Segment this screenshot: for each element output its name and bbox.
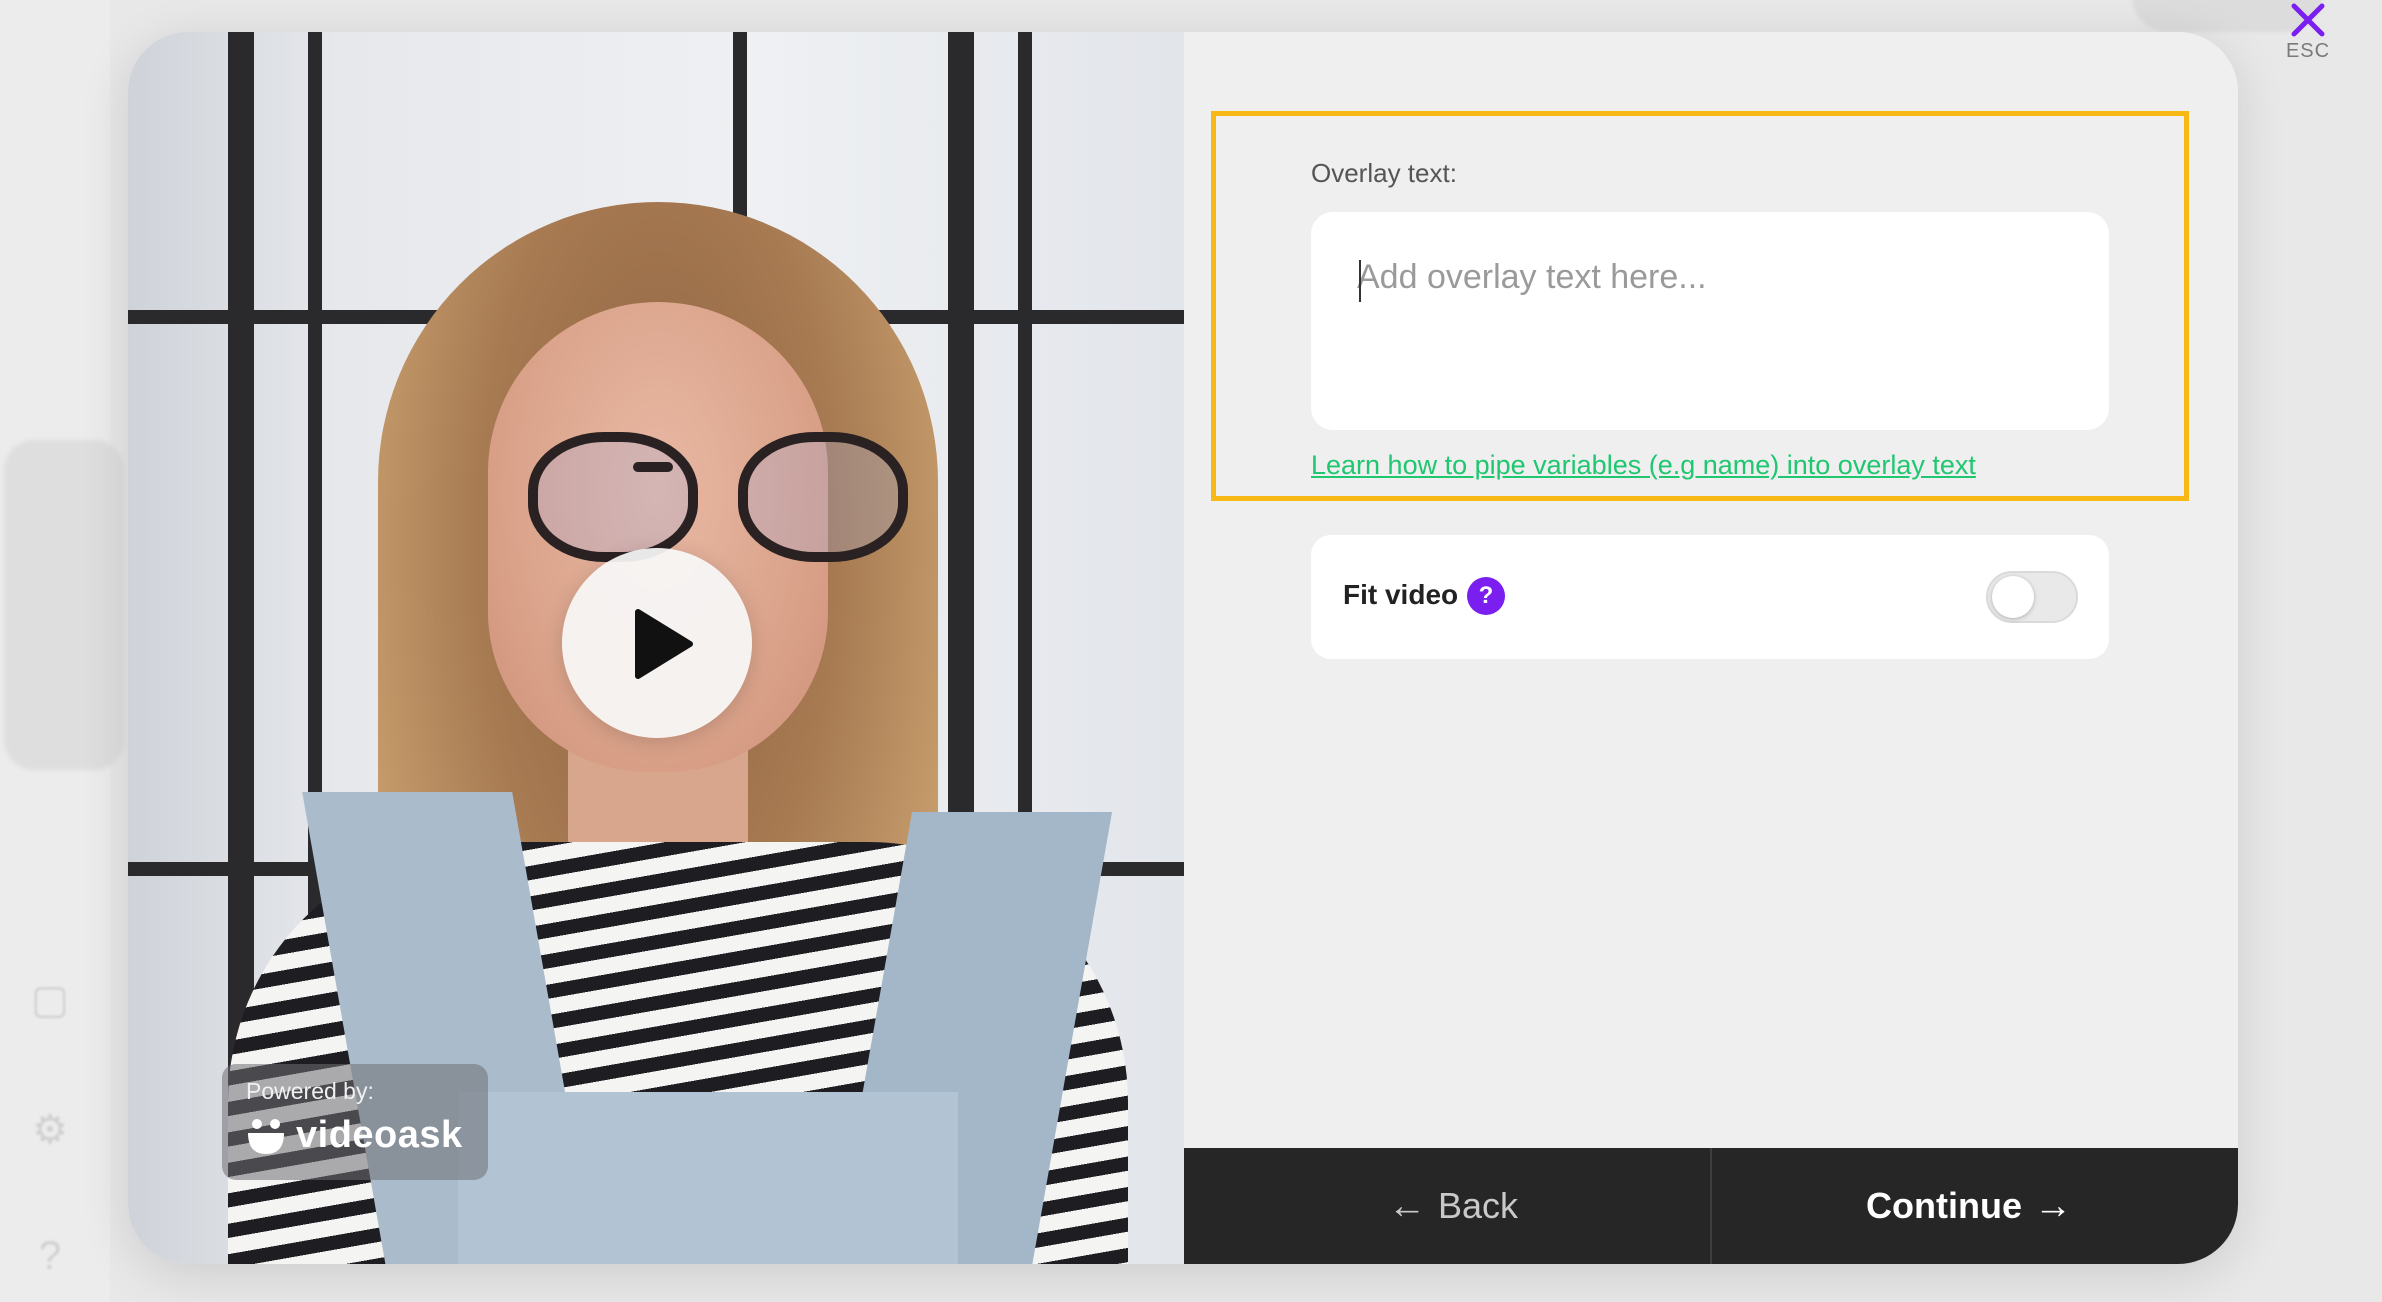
powered-by-label: Powered by: — [246, 1078, 374, 1104]
toggle-knob[interactable] — [1992, 576, 2034, 618]
arrow-right-icon: → — [2033, 1184, 2072, 1227]
background-gear-icon: ⚙ — [32, 1108, 68, 1152]
settings-panel: Overlay text: Learn how to pipe variable… — [1184, 32, 2238, 1148]
videoask-wordmark: videoask — [296, 1114, 463, 1156]
background-help-icon: ? — [38, 1234, 62, 1278]
play-icon[interactable] — [632, 608, 696, 680]
back-button[interactable]: ← Back — [1184, 1148, 1712, 1264]
close-button[interactable]: ESC — [2268, 2, 2348, 82]
continue-button[interactable]: Continue → — [1712, 1148, 2238, 1264]
videoask-smile-icon — [248, 1118, 284, 1154]
overlay-settings-modal: Powered by: videoask Overlay text: Learn… — [128, 32, 2238, 1264]
arrow-left-icon: ← — [1387, 1184, 1426, 1227]
overlay-text-input[interactable] — [1311, 212, 2109, 430]
glasses-lens — [738, 432, 908, 562]
background-step-card — [4, 440, 124, 770]
text-cursor — [1359, 260, 1361, 302]
presenter-overall-bib — [458, 1092, 958, 1264]
continue-button-label: Continue — [1866, 1185, 2022, 1226]
fit-video-toggle[interactable] — [1986, 571, 2078, 623]
glasses-bridge — [633, 462, 673, 472]
fit-video-label: Fit video — [1343, 579, 1459, 610]
help-icon[interactable]: ? — [1467, 577, 1505, 615]
play-button[interactable] — [562, 548, 752, 738]
background-contact-icon: ▢ — [31, 978, 69, 1022]
pipe-variables-link[interactable]: Learn how to pipe variables (e.g name) i… — [1311, 450, 1976, 481]
video-preview[interactable]: Powered by: videoask — [128, 32, 1184, 1264]
fit-video-card: Fit video ? — [1311, 535, 2109, 659]
modal-footer: ← Back Continue → — [1184, 1148, 2238, 1264]
videoask-logo: videoask — [246, 1114, 463, 1157]
overlay-text-label: Overlay text: — [1311, 158, 1457, 188]
glasses-lens — [528, 432, 698, 562]
powered-by-badge[interactable]: Powered by: videoask — [222, 1064, 488, 1180]
esc-label: ESC — [2285, 40, 2331, 62]
back-button-label: Back — [1437, 1185, 1519, 1226]
close-icon[interactable] — [2290, 2, 2326, 38]
